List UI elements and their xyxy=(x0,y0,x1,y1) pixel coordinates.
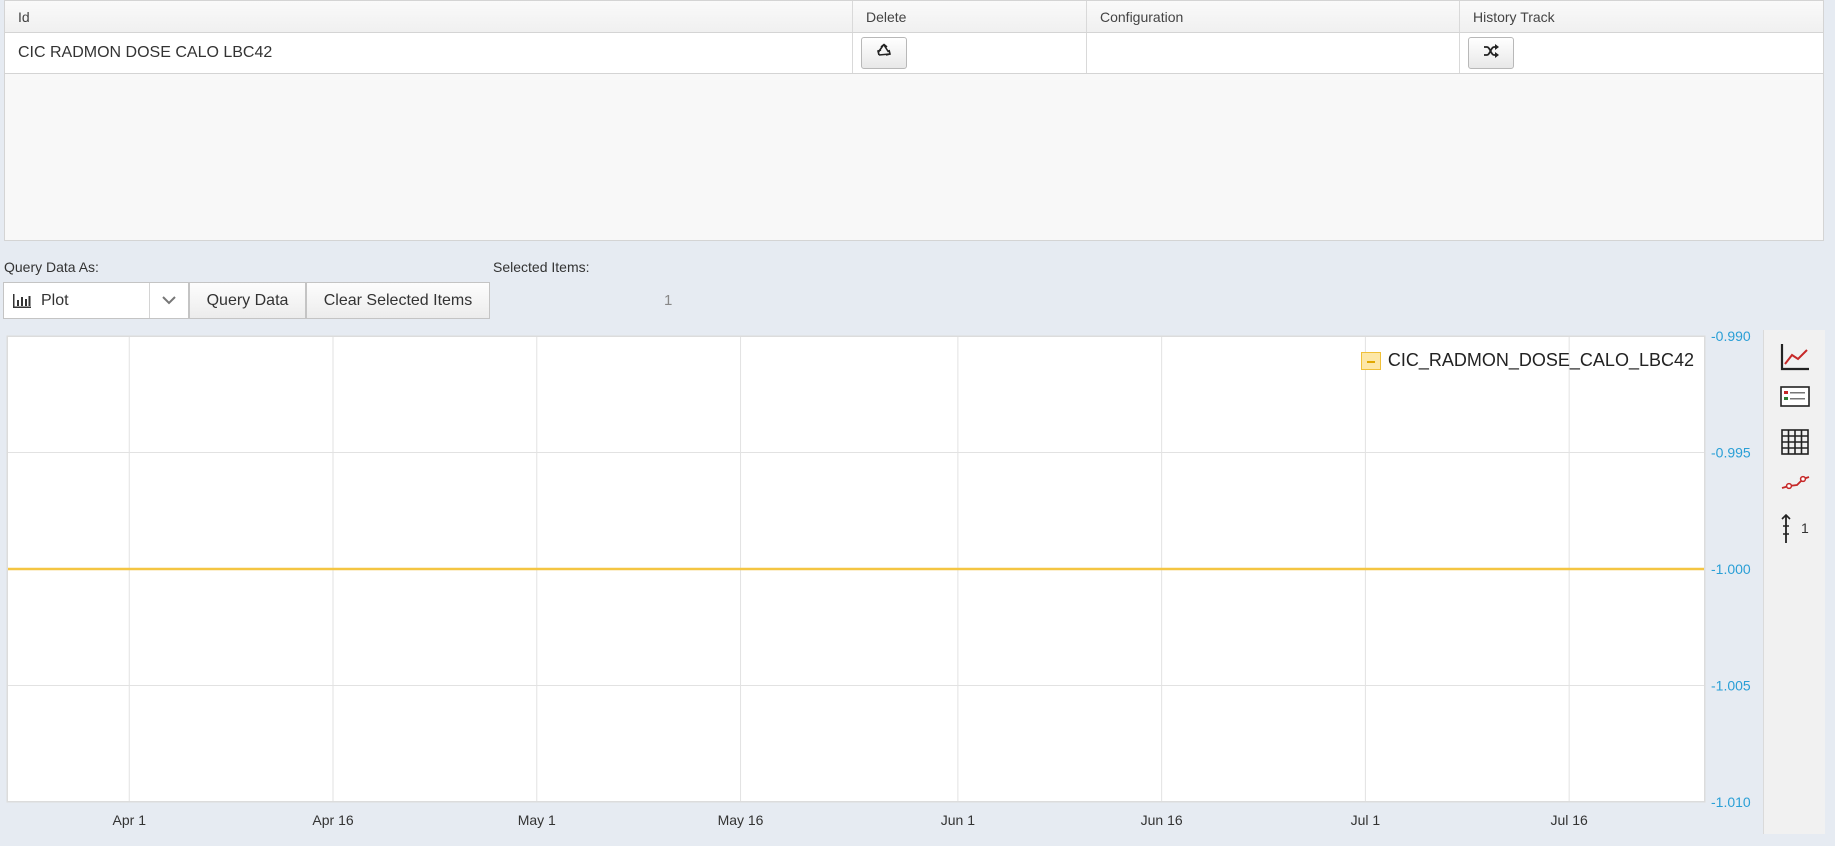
legend-series-name: CIC_RADMON_DOSE_CALO_LBC42 xyxy=(1387,350,1694,370)
plot-area[interactable]: CIC_RADMON_DOSE_CALO_LBC42 xyxy=(7,336,1705,802)
axis-count: 1 xyxy=(1801,520,1809,536)
markers-icon[interactable] xyxy=(1780,470,1810,500)
y-tick-label: -0.995 xyxy=(1711,445,1751,461)
y-tick-label: -1.010 xyxy=(1711,794,1751,810)
y-tick-label: -1.000 xyxy=(1711,561,1751,577)
x-tick-label: Jul 1 xyxy=(1351,812,1381,828)
x-tick-label: May 1 xyxy=(518,812,556,828)
legend-swatch xyxy=(1360,351,1381,370)
grid-icon[interactable] xyxy=(1780,428,1810,458)
chart-toolbar: 1 xyxy=(1763,330,1825,834)
y-tick-label: -1.005 xyxy=(1711,678,1751,694)
axis-icon[interactable]: 1 xyxy=(1780,514,1824,544)
chart-legend[interactable]: CIC_RADMON_DOSE_CALO_LBC42 xyxy=(1360,350,1694,371)
x-tick-label: Jun 1 xyxy=(941,812,975,828)
x-tick-label: Jul 16 xyxy=(1550,812,1588,828)
line-chart-icon[interactable] xyxy=(1780,342,1810,372)
x-tick-label: Apr 16 xyxy=(312,812,353,828)
x-tick-label: Jun 16 xyxy=(1141,812,1183,828)
y-tick-label: -0.990 xyxy=(1711,328,1751,344)
x-tick-label: May 16 xyxy=(718,812,764,828)
legend-icon[interactable] xyxy=(1780,385,1810,415)
x-tick-label: Apr 1 xyxy=(113,812,147,828)
